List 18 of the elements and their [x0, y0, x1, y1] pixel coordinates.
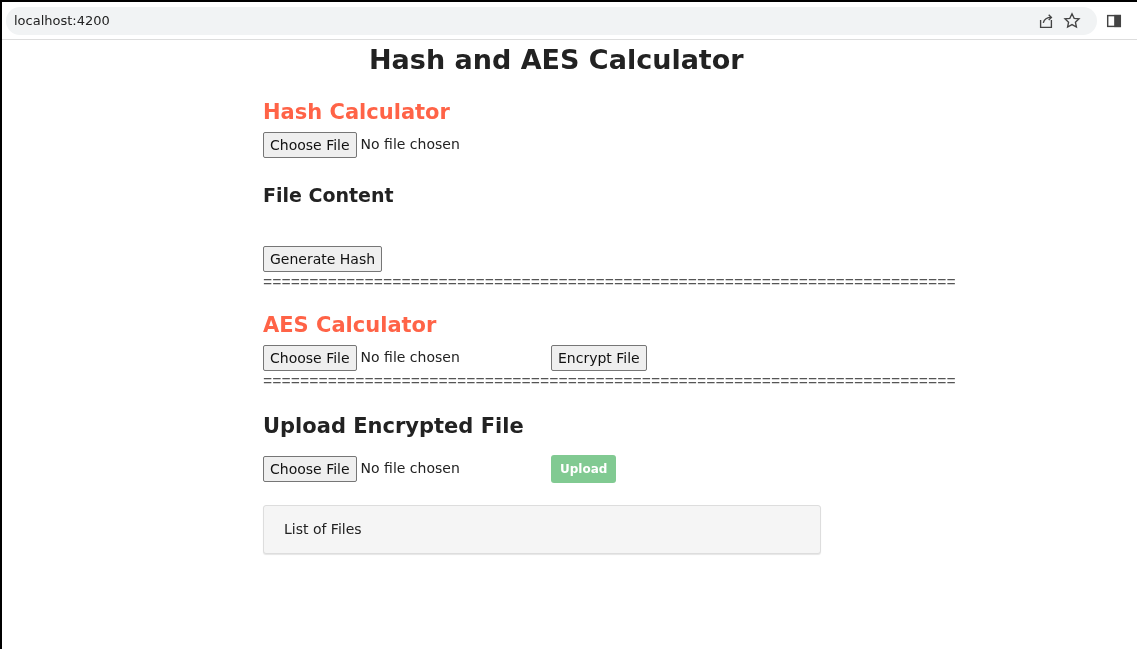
bookmark-star-icon[interactable] — [1063, 11, 1081, 30]
choose-file-button[interactable]: Choose File — [263, 344, 357, 371]
generate-hash-button[interactable]: Generate Hash — [263, 246, 383, 273]
section-heading: Upload Encrypted File — [263, 413, 525, 439]
file-status-text: No file chosen — [360, 459, 460, 479]
file-status-text: No file chosen — [360, 135, 460, 155]
file-status-text: No file chosen — [360, 348, 460, 368]
separator-line: =========================================================================== — [263, 275, 957, 292]
page-title: Hash and AES Calculator — [369, 44, 745, 77]
choose-file-button[interactable]: Choose File — [263, 131, 357, 158]
encrypt-file-button[interactable]: Encrypt File — [551, 344, 647, 371]
separator-line: =========================================================================== — [263, 373, 957, 390]
section-heading: AES Calculator — [263, 313, 438, 339]
section-heading: Hash Calculator — [263, 100, 451, 126]
address-field[interactable]: localhost:4200 — [14, 10, 110, 31]
files-panel: List of Files — [263, 504, 821, 554]
content-heading: File Content — [263, 183, 395, 207]
choose-file-button[interactable]: Choose File — [263, 455, 357, 482]
